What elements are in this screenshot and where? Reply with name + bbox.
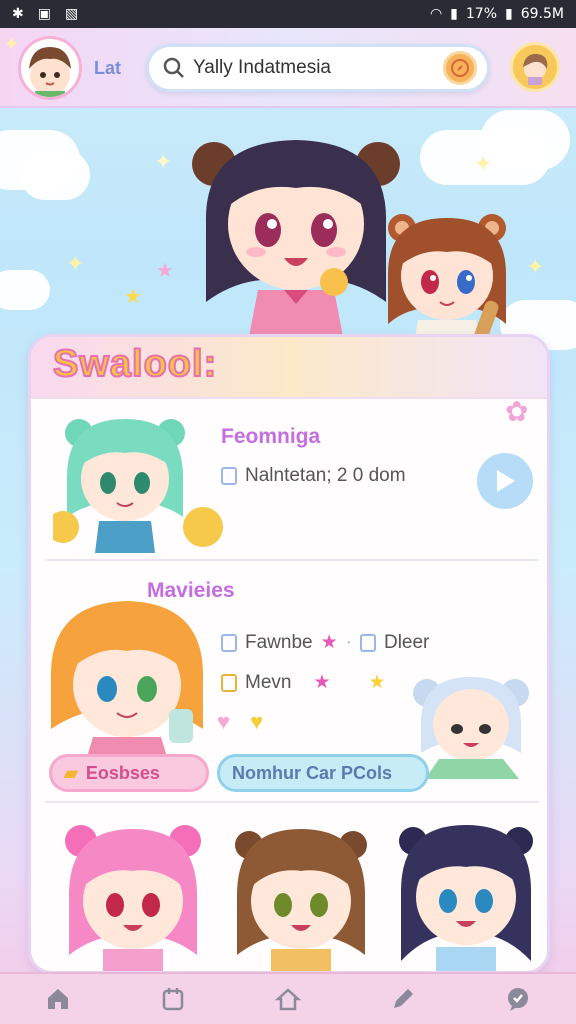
- nav-chat[interactable]: [494, 977, 542, 1021]
- sparkle-icon: ✦: [474, 152, 493, 177]
- card-title: Swalool:: [52, 342, 218, 386]
- calendar-icon: [162, 988, 184, 1011]
- section1-heading: Feomniga: [221, 425, 321, 448]
- search-input[interactable]: [193, 57, 443, 79]
- status-left: ✱ ▣ ▧: [12, 6, 78, 22]
- edit-icon: [394, 989, 414, 1008]
- section2-line1b: Dleer: [383, 631, 430, 653]
- yellow-star-icon: ★: [368, 672, 386, 693]
- house-icon: [274, 988, 301, 1011]
- coin-mini-icon: [221, 673, 237, 692]
- info-mini-icon: [359, 633, 376, 652]
- play-button[interactable]: [477, 453, 533, 509]
- nav-edit[interactable]: [379, 977, 427, 1021]
- gallery-status-icon: ▧: [64, 6, 79, 22]
- notification-status-icon: ▣: [37, 6, 51, 22]
- star-sticker-icon: ✿: [505, 395, 529, 428]
- divider: [45, 801, 539, 803]
- cloud: [0, 270, 50, 310]
- character-brown-hair: [235, 829, 367, 971]
- section1-info: Nalntetan; 2 0 dom: [221, 465, 406, 487]
- sparkle-icon: ✦: [4, 34, 20, 55]
- sparkle-icon: ✦: [154, 150, 173, 175]
- data-text: 69.5M: [520, 6, 564, 22]
- profile-button[interactable]: [510, 42, 560, 92]
- avatar-illustration: [29, 47, 71, 97]
- cloud: [20, 150, 90, 200]
- status-bar: ✱ ▣ ▧ ◠ ▮ 17% ▮ 69.5M: [0, 0, 576, 28]
- search-bar[interactable]: [146, 44, 490, 92]
- section1-line: Nalntetan; 2 0 dom: [245, 465, 406, 486]
- blue-pill-button[interactable]: Nomhur Car PCols: [217, 754, 429, 792]
- sparkle-icon: ✦: [66, 252, 85, 277]
- dot-icon: ·: [345, 631, 352, 653]
- nav-home[interactable]: [34, 977, 82, 1021]
- blue-pill-label: Nomhur Car PCols: [232, 762, 393, 783]
- character-orange-hair: [50, 601, 204, 757]
- character-pink-hair: [65, 825, 201, 971]
- character-silver-hair: [413, 677, 529, 779]
- search-action-button[interactable]: [443, 51, 477, 85]
- character-icon: [523, 53, 548, 85]
- character-navy-hair: [399, 825, 533, 971]
- app-label: Lat: [94, 58, 121, 78]
- battery-text: 17%: [465, 6, 498, 22]
- nav-house[interactable]: [264, 977, 312, 1021]
- character-green-hair: [53, 419, 223, 553]
- pink-star-icon: ★: [313, 672, 331, 693]
- card-header: Swalool:: [31, 337, 547, 399]
- status-right: ◠ ▮ 17% ▮ 69.5M: [430, 6, 564, 22]
- heart-icon[interactable]: ♥: [217, 709, 230, 735]
- section2-line2: Mevn: [245, 671, 292, 693]
- cloud: [480, 110, 570, 170]
- pink-pill-button[interactable]: ▰ Eosbses: [49, 754, 209, 792]
- bag-icon: ▰: [64, 762, 78, 783]
- avatar[interactable]: [18, 36, 82, 100]
- signal-icon: ▮: [450, 6, 458, 22]
- calendar-mini-icon: [221, 467, 237, 485]
- document-mini-icon: [221, 633, 237, 652]
- section2-line1: Fawnbe: [245, 631, 313, 653]
- settings-status-icon: ✱: [12, 6, 24, 22]
- star-icon: ★: [156, 258, 174, 282]
- home-icon: [47, 989, 68, 1009]
- heart-icon[interactable]: ♥: [250, 709, 263, 735]
- star-icon: ★: [124, 284, 142, 308]
- pink-pill-label: Eosbses: [85, 762, 160, 783]
- app-bar: Lat: [0, 28, 576, 108]
- reaction-row: ♥ ♥: [217, 709, 263, 735]
- compass-icon: [451, 59, 469, 77]
- section2-info-2: Mevn ★ ★: [221, 671, 386, 694]
- battery-icon: ▮: [505, 6, 513, 22]
- search-icon: [163, 57, 184, 78]
- divider: [45, 559, 539, 561]
- pink-star-icon: ★: [320, 632, 338, 653]
- play-icon: [497, 470, 515, 492]
- sparkle-icon: ✦: [526, 255, 545, 280]
- nav-calendar[interactable]: [149, 977, 197, 1021]
- chat-icon: [508, 988, 529, 1011]
- section2-info-1: Fawnbe ★ · Dleer: [221, 631, 429, 654]
- bottom-nav: [0, 972, 576, 1024]
- wifi-icon: ◠: [429, 6, 443, 22]
- main-card: Swalool: ✿ Feomniga Nalntetan; 2 0 dom M…: [28, 334, 550, 974]
